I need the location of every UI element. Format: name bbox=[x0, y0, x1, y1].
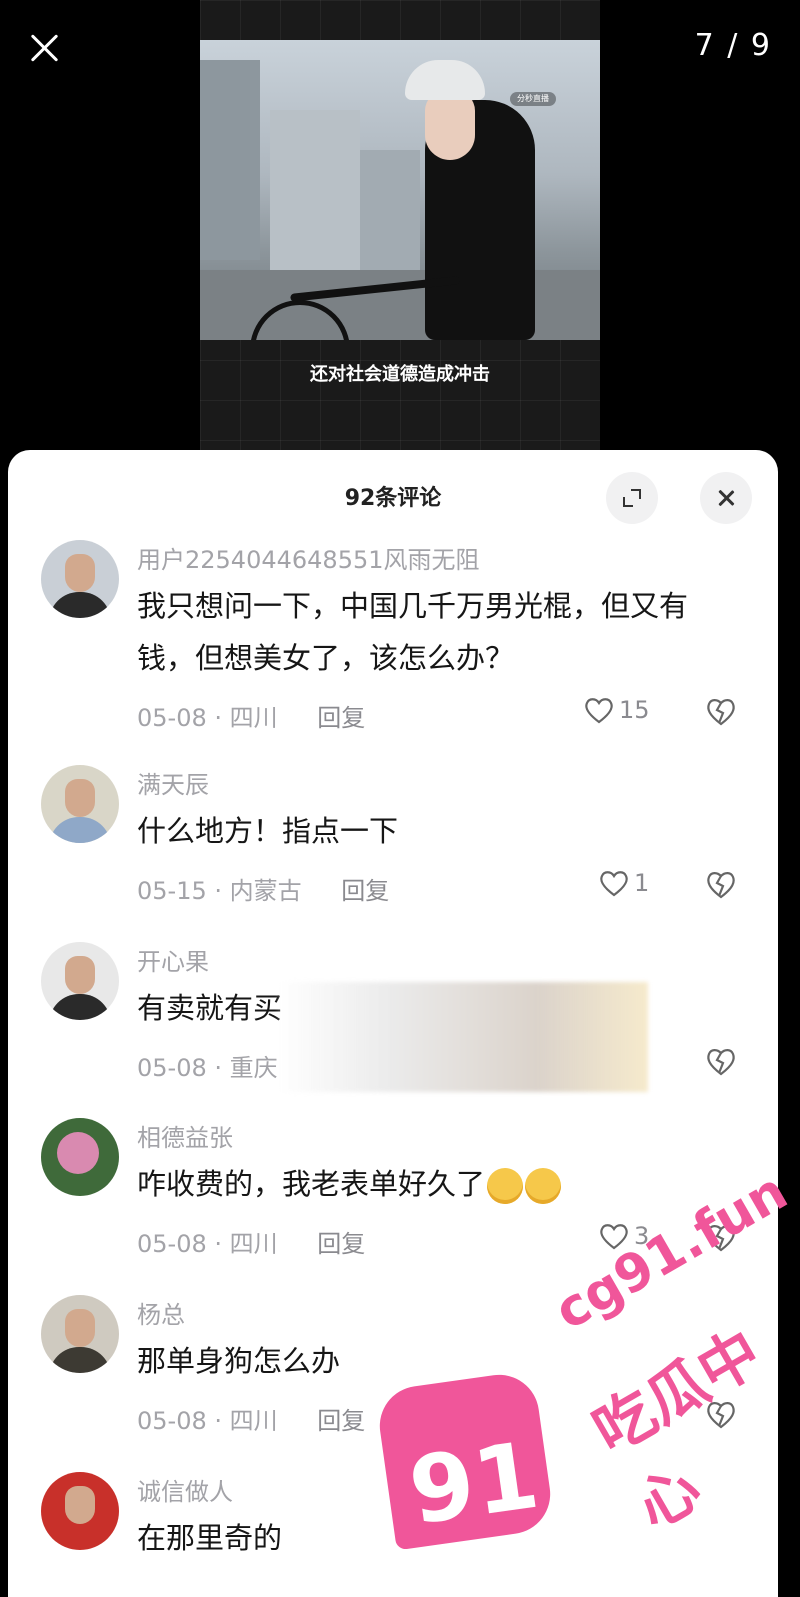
comment-meta: 05-08 · 四川 回复 bbox=[137, 1224, 365, 1259]
watermark-number: 91 bbox=[403, 1421, 545, 1546]
dislike-icon[interactable] bbox=[704, 868, 738, 900]
dislike-icon[interactable] bbox=[704, 1045, 738, 1077]
close-viewer-icon[interactable] bbox=[24, 28, 64, 68]
heart-icon bbox=[600, 871, 628, 897]
heart-icon bbox=[585, 698, 613, 724]
expand-icon bbox=[623, 489, 641, 507]
comment-text: 我只想问一下，中国几千万男光棍，但又有钱，但想美女了，该怎么办？ bbox=[137, 589, 689, 675]
comment-text: 咋收费的，我老表单好久了 bbox=[137, 1158, 737, 1210]
reply-button[interactable]: 回复 bbox=[317, 704, 365, 732]
avatar-face bbox=[65, 1486, 95, 1524]
avatar[interactable] bbox=[41, 942, 119, 1020]
comment-date-location: 05-08 · 重庆 bbox=[137, 1054, 278, 1082]
avatar[interactable] bbox=[41, 1295, 119, 1373]
comment-item: 用户2254044648551风雨无阻 我只想问一下，中国几千万男光棍，但又有钱… bbox=[8, 540, 778, 740]
avatar[interactable] bbox=[41, 1472, 119, 1550]
comment-username[interactable]: 满天辰 bbox=[137, 765, 209, 800]
comment-count-title: 92条评论 bbox=[344, 486, 442, 511]
comment-meta: 05-08 · 重庆 bbox=[137, 1048, 278, 1083]
comment-item: 开心果 有卖就有买 05-08 · 重庆 bbox=[8, 942, 778, 1092]
close-comments-button[interactable] bbox=[700, 472, 752, 524]
expand-button[interactable] bbox=[606, 472, 658, 524]
comment-username[interactable]: 用户2254044648551风雨无阻 bbox=[137, 540, 480, 575]
comment-sheet-header: 92条评论 bbox=[8, 450, 778, 540]
avatar-shoulders bbox=[49, 994, 111, 1020]
like-button[interactable]: 15 bbox=[583, 695, 650, 725]
rider-face bbox=[425, 90, 475, 160]
comment-username[interactable]: 开心果 bbox=[137, 942, 209, 977]
video-frame[interactable]: 分秒直播 还对社会道德造成冲击 bbox=[200, 0, 600, 460]
comment-text: 什么地方！指点一下 bbox=[137, 814, 399, 848]
comment-meta: 05-08 · 四川 回复 bbox=[137, 698, 365, 733]
reply-button[interactable]: 回复 bbox=[317, 1230, 365, 1258]
avatar[interactable] bbox=[41, 765, 119, 843]
avatar-face bbox=[65, 956, 95, 994]
avatar-face bbox=[65, 1309, 95, 1347]
comment-date-location: 05-15 · 内蒙古 bbox=[137, 877, 302, 905]
avatar-face bbox=[65, 554, 95, 592]
comment-date-location: 05-08 · 四川 bbox=[137, 704, 278, 732]
building bbox=[270, 110, 360, 270]
reply-button[interactable]: 回复 bbox=[317, 1407, 365, 1435]
avatar-shoulders bbox=[49, 1347, 111, 1373]
building bbox=[360, 150, 420, 270]
comment-date-location: 05-08 · 四川 bbox=[137, 1407, 278, 1435]
like-count: 1 bbox=[634, 869, 650, 897]
smirk-emoji-icon bbox=[525, 1168, 562, 1204]
page-counter: 7 / 9 bbox=[694, 28, 772, 63]
avatar-shoulders bbox=[49, 592, 111, 618]
dislike-icon[interactable] bbox=[704, 695, 738, 727]
video-badge: 分秒直播 bbox=[510, 92, 556, 106]
video-caption: 还对社会道德造成冲击 bbox=[310, 364, 490, 385]
comment-date-location: 05-08 · 四川 bbox=[137, 1230, 278, 1258]
avatar-shoulders bbox=[49, 817, 111, 843]
comment-meta: 05-15 · 内蒙古 回复 bbox=[137, 871, 389, 906]
comment-username[interactable]: 杨总 bbox=[137, 1295, 185, 1330]
avatar-flower bbox=[57, 1132, 99, 1174]
comment-meta: 05-08 · 四川 回复 bbox=[137, 1401, 365, 1436]
comment-username[interactable]: 诚信做人 bbox=[137, 1472, 233, 1507]
helmet bbox=[405, 60, 485, 100]
avatar[interactable] bbox=[41, 1118, 119, 1196]
close-icon bbox=[716, 488, 736, 508]
like-button[interactable]: 1 bbox=[598, 868, 649, 898]
building bbox=[200, 60, 260, 260]
smirk-emoji-icon bbox=[487, 1168, 524, 1204]
blurred-region bbox=[278, 982, 648, 1092]
comment-text-content: 咋收费的，我老表单好久了 bbox=[137, 1167, 486, 1201]
comment-item: 满天辰 什么地方！指点一下 05-15 · 内蒙古 回复 1 bbox=[8, 765, 778, 915]
reply-button[interactable]: 回复 bbox=[341, 877, 389, 905]
avatar[interactable] bbox=[41, 540, 119, 618]
like-count: 15 bbox=[619, 696, 650, 724]
video-photo: 分秒直播 bbox=[200, 40, 600, 340]
avatar-face bbox=[65, 779, 95, 817]
comment-username[interactable]: 相德益张 bbox=[137, 1118, 233, 1153]
